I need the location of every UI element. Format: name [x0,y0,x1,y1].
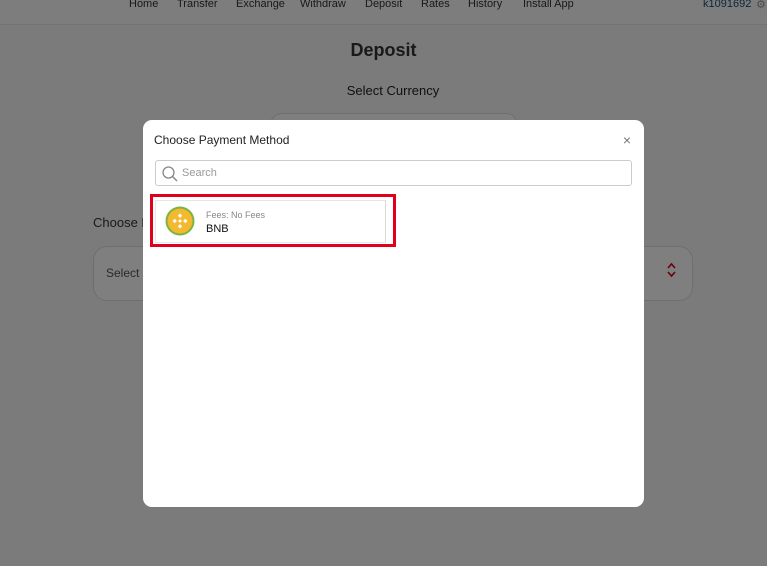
search-icon [161,165,179,183]
search-input[interactable] [182,164,622,182]
modal-title: Choose Payment Method [154,133,290,147]
payment-method-modal: Choose Payment Method × Search Fees: No … [143,120,644,507]
highlight-box [150,194,396,247]
close-icon[interactable]: × [619,132,635,148]
search-box [155,160,632,186]
